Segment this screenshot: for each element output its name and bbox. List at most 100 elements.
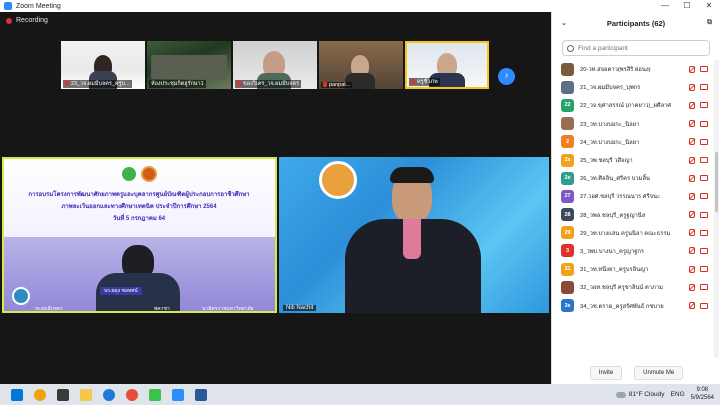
mic-muted-icon [688, 247, 695, 255]
video-thumbnail[interactable]: 23_วจ.ผมมีบจคร_ครูบ... [61, 41, 145, 89]
video-thumbnail[interactable]: ห้องประชุมกิตฮูรักษา1 [147, 41, 231, 89]
video-thumbnail[interactable]: ของวิเคร_วจ.ผมมีบจคร [233, 41, 317, 89]
meeting-area: Recording 23_วจ.ผมมีบจคร_ครูบ... ห้องประ… [0, 12, 551, 384]
zoom-taskbar-icon[interactable] [172, 388, 184, 401]
participant-row[interactable]: 2e 26_วท.ศิลลิน_ศรีคร บวมลิ้น [552, 169, 714, 187]
next-page-button[interactable]: › [498, 68, 515, 85]
mic-muted-icon [688, 265, 695, 273]
participant-name: 34_วช.ตราด_ครูสรัศพันธ์ กชบาย [580, 303, 664, 310]
video-off-icon [700, 102, 708, 109]
participant-row[interactable]: 29 29_วท.บางแสน ครูนนิลา คณะธรรม [552, 224, 714, 242]
participant-row[interactable]: 3 3_วพบ.บางนา_ครูญาฐกร [552, 242, 714, 260]
participant-search[interactable] [562, 40, 710, 56]
participant-name: 24_วท.บางบอกะ_นิลยา [580, 139, 640, 146]
avatar: 29 [561, 226, 574, 240]
mic-muted-icon [688, 302, 695, 310]
video-off-icon [700, 302, 708, 309]
avatar: 27 [561, 189, 574, 203]
participant-name: 20-วท.สจอคาว(พรสิริ ผ่อนง) [580, 67, 651, 74]
title-bar: Zoom Meeting — ☐ ✕ [0, 0, 720, 12]
speaker-name: Niti Nachit [286, 305, 314, 311]
participant-name: 21_วจ.ผมมีบจคร_บุพกร [580, 85, 641, 92]
recording-indicator[interactable]: Recording [6, 17, 48, 24]
weather-widget[interactable]: 81°F Cloudy [615, 391, 665, 398]
participant-row[interactable]: 20-วท.สจอคาว(พรสิริ ผ่อนง) [552, 60, 714, 78]
video-thumbnail[interactable]: panpat... [319, 41, 403, 89]
search-input[interactable] [578, 44, 708, 52]
participant-name: 28_วพล.ชลบุรี_ครูฐญานีส [580, 212, 646, 219]
search-icon [567, 44, 574, 52]
participant-name: 27.วอศ.ชลบุรี วรรณนาร ศรีจนะ [580, 194, 661, 201]
video-tile-presentation[interactable]: การอบรมโครงการพัฒนาศักยภาพครูและบุคลากรศ… [2, 157, 277, 313]
search-icon[interactable] [34, 388, 46, 401]
video-off-icon [700, 175, 708, 182]
taskbar: 81°F Cloudy ENG 9:08 5/9/2564 [0, 384, 720, 405]
participant-name: 32_วอท.ชลบุรี ครูชาลินน์ ตาภาม [580, 285, 663, 292]
collapse-chevron-icon[interactable]: ⌄ [561, 19, 567, 27]
file-explorer-icon[interactable] [80, 388, 92, 401]
clock[interactable]: 9:08 5/9/2564 [691, 387, 714, 402]
participant-row[interactable]: 22 22_วจ.ขุศาสรรณ์ (ภาคยาว)_ผศิลาศ [552, 96, 714, 114]
thumbnail-name: panpat... [321, 82, 353, 88]
video-thumbnail-active[interactable]: ครูชีวภพ [405, 41, 489, 89]
participant-list: 20-วท.สจอคาว(พรสิริ ผ่อนง) 21_วจ.ผมมีบจค… [552, 60, 714, 358]
participant-name: 3_วพบ.บางนา_ครูญาฐกร [580, 248, 645, 255]
mic-muted-icon [688, 211, 695, 219]
seal-icon [141, 166, 157, 182]
participant-row[interactable]: 21_วจ.ผมมีบจคร_บุพกร [552, 78, 714, 96]
participant-row[interactable]: 2 24_วท.บางบอกะ_นิลยา [552, 133, 714, 151]
zoom-app-icon [4, 2, 12, 10]
edge-browser-icon[interactable] [103, 388, 115, 401]
video-off-icon [700, 284, 708, 291]
video-off-icon [700, 211, 708, 218]
presenter-caption: นร.ผดุง ชลทศน์ [100, 287, 142, 295]
participant-row[interactable]: 28 28_วพล.ชลบุรี_ครูฐญานีส [552, 206, 714, 224]
mic-muted-icon [688, 138, 695, 146]
task-view-icon[interactable] [57, 388, 69, 401]
video-tile-speaker[interactable]: Niti Nachit [279, 157, 549, 313]
avatar: 2 [561, 135, 574, 149]
participant-row[interactable]: 3e 34_วช.ตราด_ครูสรัศพันธ์ กชบาย [552, 296, 714, 314]
line-app-icon[interactable] [149, 388, 161, 401]
participant-row[interactable]: 32_วอท.ชลบุรี ครูชาลินน์ ตาภาม [552, 278, 714, 296]
thumbnail-name: 23_วจ.ผมมีบจคร_ครูบ... [63, 80, 132, 88]
participant-row[interactable]: 23_วท.บางบอกะ_นิลยา [552, 115, 714, 133]
video-off-icon [700, 247, 708, 254]
slide-header: การอบรมโครงการพัฒนาศักยภาพครูและบุคลากรศ… [4, 159, 275, 237]
mic-muted-icon [688, 192, 695, 200]
mic-muted-icon [65, 81, 69, 87]
room-video-icon [151, 55, 227, 79]
avatar [561, 80, 574, 94]
language-indicator[interactable]: ENG [671, 391, 685, 398]
avatar: 3e [561, 299, 574, 313]
video-off-icon [700, 138, 708, 145]
window-title: Zoom Meeting [16, 2, 61, 10]
mic-muted-icon [688, 283, 695, 291]
slide-line-2: ภาพละเว้นออกและทางศึกษาเทคนิค ประจำปีการ… [61, 204, 217, 210]
chrome-browser-icon[interactable] [126, 388, 138, 401]
avatar: 28 [561, 208, 574, 222]
record-dot-icon [6, 17, 12, 24]
participant-row[interactable]: 2s 25_วพ.ชลบุรี วสีจญา [552, 151, 714, 169]
video-off-icon [700, 229, 708, 236]
minimize-button[interactable]: — [654, 0, 676, 12]
clock-date: 5/9/2564 [690, 394, 714, 401]
windows-start-icon[interactable] [11, 388, 23, 401]
participants-scrollbar[interactable] [714, 60, 719, 358]
mic-muted-icon [688, 229, 695, 237]
speaker-name-tag: Niti Nachit [283, 305, 317, 311]
maximize-button[interactable]: ☐ [676, 0, 698, 12]
participant-row[interactable]: 27 27.วอศ.ชลบุรี วรรณนาร ศรีจนะ [552, 187, 714, 205]
mic-muted-icon [688, 174, 695, 182]
pop-out-icon[interactable]: ⧉ [707, 19, 712, 27]
mic-muted-icon [688, 101, 695, 109]
invite-button[interactable]: Invite [589, 366, 623, 380]
close-button[interactable]: ✕ [698, 0, 720, 12]
ticker-left: วจ.ผมมีบจคร [34, 306, 63, 312]
mic-muted-icon [411, 79, 415, 85]
word-app-icon[interactable] [195, 388, 207, 401]
participant-name: 22_วจ.ขุศาสรรณ์ (ภาคยาว)_ผศิลาศ [580, 103, 672, 110]
participant-row[interactable]: 31 31_วท.หนึงยา_ครูบรลินญา [552, 260, 714, 278]
scrollbar-thumb[interactable] [715, 152, 718, 212]
unmute-me-button[interactable]: Unmute Me [634, 366, 684, 380]
